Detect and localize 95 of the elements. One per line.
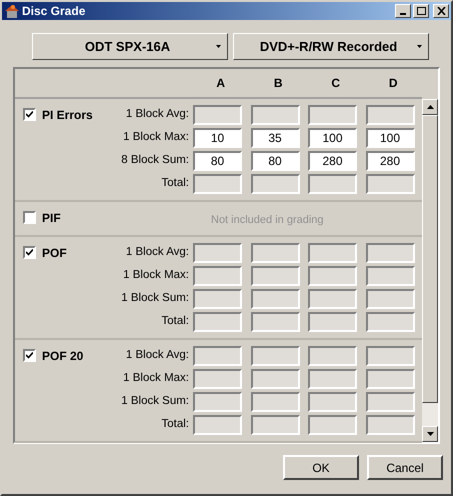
value-field[interactable]: 100 bbox=[308, 128, 357, 148]
row-label: 1 Block Max: bbox=[122, 268, 190, 283]
scroll-down-button[interactable] bbox=[422, 426, 438, 442]
scroll-up-button[interactable] bbox=[422, 99, 438, 115]
row-label: Total: bbox=[160, 416, 190, 432]
value-field[interactable] bbox=[193, 392, 242, 412]
value-field[interactable] bbox=[250, 346, 300, 366]
value-field[interactable]: 80 bbox=[193, 151, 242, 171]
section-label: POF bbox=[42, 246, 67, 260]
caret-icon bbox=[417, 45, 422, 48]
value-field[interactable] bbox=[250, 312, 300, 332]
dropdown[interactable]: DVD+-R/RW Recorded bbox=[233, 33, 429, 60]
up-arrow-icon bbox=[426, 105, 434, 109]
row-label: 1 Block Max: bbox=[122, 130, 190, 146]
check-icon bbox=[26, 248, 33, 256]
value-field[interactable] bbox=[308, 174, 357, 194]
house-icon bbox=[4, 4, 20, 18]
value-field[interactable] bbox=[193, 105, 242, 125]
value-field[interactable] bbox=[366, 312, 414, 332]
column-header: A bbox=[215, 75, 226, 92]
checkbox[interactable] bbox=[23, 246, 36, 258]
value-field[interactable] bbox=[250, 266, 300, 286]
value-field[interactable] bbox=[366, 414, 414, 434]
column-header: B bbox=[272, 75, 284, 92]
checkbox[interactable] bbox=[23, 108, 36, 121]
value-field[interactable] bbox=[366, 242, 414, 262]
row-label: 1 Block Sum: bbox=[120, 394, 190, 409]
value-field[interactable] bbox=[308, 414, 357, 434]
row-label: 1 Block Sum: bbox=[120, 290, 190, 306]
value-field[interactable] bbox=[250, 368, 300, 388]
value-field[interactable] bbox=[308, 312, 357, 332]
row-label: 8 Block Sum: bbox=[120, 153, 190, 168]
value-field[interactable] bbox=[308, 346, 357, 366]
value-field[interactable] bbox=[366, 288, 414, 308]
row-label: 1 Block Avg: bbox=[124, 107, 190, 122]
value-field[interactable] bbox=[308, 368, 357, 388]
checkbox[interactable] bbox=[23, 211, 36, 224]
row-label: 1 Block Max: bbox=[122, 370, 190, 386]
section-label: PIF bbox=[42, 211, 61, 225]
value-field[interactable] bbox=[308, 266, 357, 286]
close-icon bbox=[436, 7, 446, 15]
value-field[interactable] bbox=[250, 392, 300, 412]
value-field[interactable] bbox=[250, 105, 300, 125]
value-field[interactable] bbox=[193, 288, 242, 308]
row-label: 1 Block Avg: bbox=[124, 348, 190, 363]
value-field[interactable] bbox=[250, 288, 300, 308]
down-arrow-icon bbox=[426, 432, 434, 436]
value-field[interactable] bbox=[250, 174, 300, 194]
row-label: Total: bbox=[160, 314, 190, 329]
minimize-button[interactable] bbox=[395, 4, 411, 18]
value-field[interactable]: 35 bbox=[250, 128, 300, 148]
value-field[interactable] bbox=[250, 242, 300, 262]
checkbox[interactable] bbox=[23, 348, 36, 362]
note-text: Not included in grading bbox=[210, 213, 324, 228]
maximize-button[interactable] bbox=[413, 4, 429, 18]
value-field[interactable] bbox=[308, 105, 357, 125]
dropdown[interactable]: ODT SPX-16A bbox=[32, 33, 228, 60]
value-field[interactable]: 280 bbox=[366, 151, 414, 171]
value-field[interactable] bbox=[193, 242, 242, 262]
section-label: POF 20 bbox=[42, 348, 84, 362]
value-field[interactable] bbox=[193, 346, 242, 366]
value-field[interactable] bbox=[308, 242, 357, 262]
close-button[interactable] bbox=[433, 4, 449, 18]
value-field[interactable] bbox=[193, 174, 242, 194]
scrollbar[interactable] bbox=[422, 99, 438, 442]
value-field[interactable]: 280 bbox=[308, 151, 357, 171]
value-field[interactable]: 100 bbox=[366, 128, 414, 148]
dialog-button[interactable]: Cancel bbox=[367, 455, 443, 480]
column-header: C bbox=[330, 75, 342, 92]
maximize-icon bbox=[416, 7, 426, 15]
value-field[interactable] bbox=[193, 368, 242, 388]
value-field[interactable]: 10 bbox=[193, 128, 242, 148]
value-field[interactable]: 80 bbox=[250, 151, 300, 171]
value-field[interactable] bbox=[193, 312, 242, 332]
dialog-button[interactable]: OK bbox=[283, 455, 359, 480]
value-field[interactable] bbox=[366, 105, 414, 125]
check-icon bbox=[26, 111, 33, 118]
section-label: PI Errors bbox=[42, 108, 93, 122]
value-field[interactable] bbox=[193, 414, 242, 434]
value-field[interactable] bbox=[308, 392, 357, 412]
value-field[interactable] bbox=[366, 368, 414, 388]
value-field[interactable] bbox=[193, 266, 242, 286]
value-field[interactable] bbox=[366, 346, 414, 366]
caret-icon bbox=[216, 45, 221, 48]
value-field[interactable] bbox=[366, 174, 414, 194]
row-label: 1 Block Avg: bbox=[124, 244, 190, 260]
value-field[interactable] bbox=[308, 288, 357, 308]
row-label: Total: bbox=[160, 176, 190, 192]
value-field[interactable] bbox=[250, 414, 300, 434]
scroll-thumb[interactable] bbox=[422, 115, 438, 403]
column-header: D bbox=[388, 75, 399, 92]
check-icon bbox=[26, 352, 33, 358]
value-field[interactable] bbox=[366, 266, 414, 286]
window-title: Disc Grade bbox=[22, 3, 86, 20]
value-field[interactable] bbox=[366, 392, 414, 412]
